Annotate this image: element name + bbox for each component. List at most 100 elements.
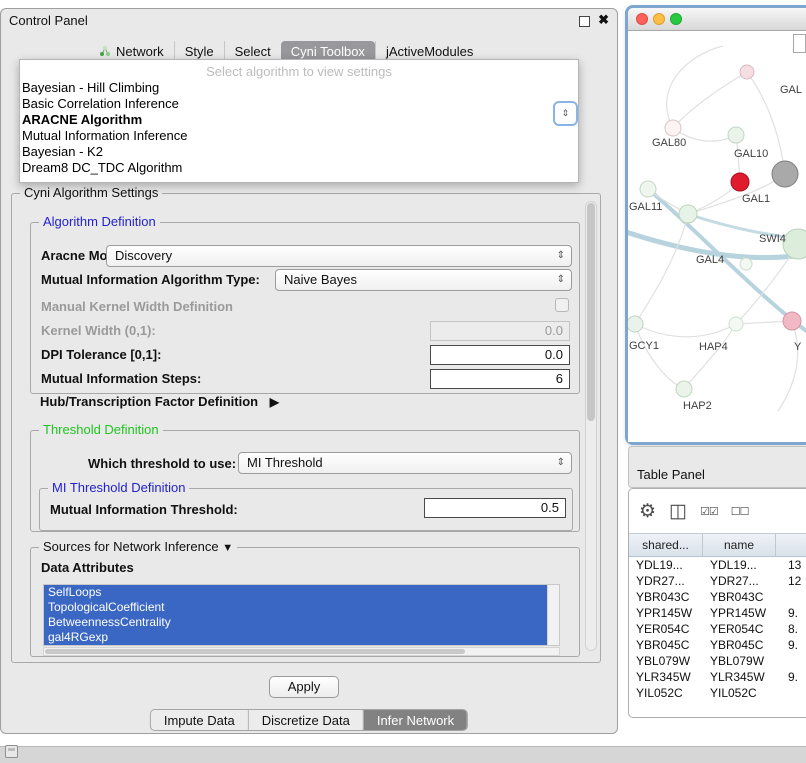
sources-group-title-label: Sources for Network Inference — [43, 539, 219, 554]
network-node[interactable] — [679, 205, 697, 223]
table-cell: YDR27... — [703, 573, 776, 589]
table-row[interactable]: YLR345WYLR345W9. — [629, 669, 806, 685]
network-node[interactable] — [729, 317, 743, 331]
tab-impute-data[interactable]: Impute Data — [151, 710, 248, 730]
manual-kernel-width-checkbox[interactable] — [555, 298, 569, 312]
table-row[interactable]: YBL079WYBL079W — [629, 653, 806, 669]
dpi-tolerance-input[interactable]: 0.0 — [430, 345, 570, 365]
tab-cyni-toolbox-label: Cyni Toolbox — [291, 44, 365, 59]
network-node[interactable] — [640, 181, 656, 197]
settings-scrollbar[interactable] — [585, 201, 597, 651]
attribute-list-item[interactable]: SelfLoops — [44, 585, 547, 600]
network-node[interactable] — [665, 120, 681, 136]
data-attributes-items: SelfLoopsTopologicalCoefficientBetweenne… — [44, 585, 547, 645]
table-cell: YBR043C — [629, 589, 703, 605]
tab-discretize-data-label: Discretize Data — [262, 713, 350, 728]
apply-button[interactable]: Apply — [269, 676, 339, 698]
table-cell: YIL052C — [703, 685, 776, 701]
network-edge[interactable] — [667, 46, 723, 128]
network-edge[interactable] — [778, 321, 798, 411]
algorithm-option[interactable]: Dream8 DC_TDC Algorithm — [20, 160, 578, 176]
network-edge[interactable] — [673, 72, 747, 128]
attribute-list-item[interactable]: gal4RGexp — [44, 630, 547, 645]
panel-corner-icon[interactable] — [5, 745, 18, 758]
minimize-traffic-light-icon[interactable] — [653, 13, 665, 25]
network-node[interactable] — [772, 161, 798, 187]
aracne-mode-select[interactable]: Discovery ⇕ — [106, 245, 572, 267]
attributes-hscroll-thumb[interactable] — [45, 649, 465, 654]
hub-transcription-factor-section[interactable]: Hub/Transcription Factor Definition ▶ — [40, 394, 279, 409]
column-header-cut[interactable] — [776, 534, 806, 556]
network-icon — [99, 45, 111, 57]
table-body: YDL19...YDL19...13YDR27...YDR27...12YBR0… — [629, 557, 806, 701]
network-node[interactable] — [628, 316, 643, 332]
kernel-width-label: Kernel Width (0,1): — [41, 323, 156, 338]
data-attributes-list[interactable]: SelfLoopsTopologicalCoefficientBetweenne… — [43, 584, 560, 646]
kernel-width-value: 0.0 — [545, 323, 563, 338]
attributes-horizontal-scrollbar[interactable] — [43, 647, 560, 656]
float-window-icon[interactable] — [579, 16, 590, 27]
mi-threshold-input[interactable]: 0.5 — [424, 498, 566, 518]
attribute-list-item[interactable]: TopologicalCoefficient — [44, 600, 547, 615]
settings-scrollbar-thumb[interactable] — [587, 203, 595, 421]
table-row[interactable]: YBR045CYBR045C9. — [629, 637, 806, 653]
table-cell: YIL052C — [629, 685, 703, 701]
network-edge[interactable] — [635, 324, 736, 337]
column-header-name[interactable]: name — [703, 534, 776, 556]
attribute-list-item[interactable]: BetweennessCentrality — [44, 615, 547, 630]
show-columns-icon[interactable]: ◫ — [669, 500, 687, 523]
close-traffic-light-icon[interactable] — [636, 13, 648, 25]
sources-group: Sources for Network Inference ▼ Data Att… — [30, 547, 580, 657]
threshold-definition-group: Threshold Definition Which threshold to … — [30, 430, 580, 532]
network-window-titlebar[interactable] — [628, 8, 806, 31]
algorithm-combo-arrows-icon[interactable]: ⇕ — [553, 101, 578, 126]
select-all-rows-icon[interactable]: ☑☑ — [700, 505, 718, 518]
algorithm-option[interactable]: Mutual Information Inference — [20, 128, 578, 144]
sources-group-title[interactable]: Sources for Network Inference ▼ — [39, 539, 237, 554]
network-edge[interactable] — [635, 214, 688, 324]
which-threshold-select[interactable]: MI Threshold ⇕ — [238, 452, 572, 474]
column-header-shared-name[interactable]: shared... — [629, 534, 703, 556]
kernel-width-input[interactable]: 0.0 — [430, 321, 570, 341]
tab-impute-data-label: Impute Data — [164, 713, 235, 728]
network-node[interactable] — [740, 65, 754, 79]
network-node[interactable] — [731, 173, 749, 191]
mi-algorithm-type-select[interactable]: Naive Bayes ⇕ — [275, 269, 572, 291]
table-row[interactable]: YDR27...YDR27...12 — [629, 573, 806, 589]
algorithm-option[interactable]: Bayesian - Hill Climbing — [20, 80, 578, 96]
network-node[interactable] — [676, 381, 692, 397]
table-row[interactable]: YDL19...YDL19...13 — [629, 557, 806, 573]
deselect-all-rows-icon[interactable]: ☐☐ — [731, 505, 749, 518]
close-icon[interactable]: ✖ — [598, 12, 609, 28]
table-row[interactable]: YIL052CYIL052C — [629, 685, 806, 701]
threshold-definition-title: Threshold Definition — [39, 422, 163, 437]
table-cell: YBR045C — [703, 637, 776, 653]
table-cell: YER054C — [629, 621, 703, 637]
table-row[interactable]: YER054CYER054C8. — [629, 621, 806, 637]
algorithm-option[interactable]: Bayesian - K2 — [20, 144, 578, 160]
algorithm-option[interactable]: ARACNE Algorithm — [20, 112, 578, 128]
network-node-label: GAL10 — [734, 148, 768, 160]
tab-infer-network[interactable]: Infer Network — [363, 710, 467, 730]
table-cell: YBR045C — [629, 637, 703, 653]
gear-icon[interactable]: ⚙ — [639, 500, 656, 523]
network-node[interactable] — [783, 312, 801, 330]
table-cell: YDR27... — [629, 573, 703, 589]
table-cell: YLR345W — [703, 669, 776, 685]
data-attributes-label: Data Attributes — [41, 560, 134, 575]
attributes-vertical-scrollbar[interactable] — [547, 585, 559, 645]
zoom-traffic-light-icon[interactable] — [670, 13, 682, 25]
which-threshold-label: Which threshold to use: — [88, 456, 236, 471]
table-row[interactable]: YBR043CYBR043C — [629, 589, 806, 605]
network-node[interactable] — [740, 258, 752, 270]
tab-discretize-data[interactable]: Discretize Data — [248, 710, 363, 730]
network-node[interactable] — [728, 127, 744, 143]
table-row[interactable]: YPR145WYPR145W9. — [629, 605, 806, 621]
network-edge[interactable] — [648, 189, 806, 336]
birdseye-toggle[interactable] — [793, 34, 806, 53]
network-canvas[interactable]: GALGAL80GAL10GAL11GAL1SWI4GAL4GCY1HAP4YH… — [628, 31, 806, 442]
table-cell: 12 — [776, 573, 806, 589]
table-cell: 9. — [776, 605, 806, 621]
mi-steps-input[interactable]: 6 — [430, 369, 570, 389]
algorithm-option[interactable]: Basic Correlation Inference — [20, 96, 578, 112]
